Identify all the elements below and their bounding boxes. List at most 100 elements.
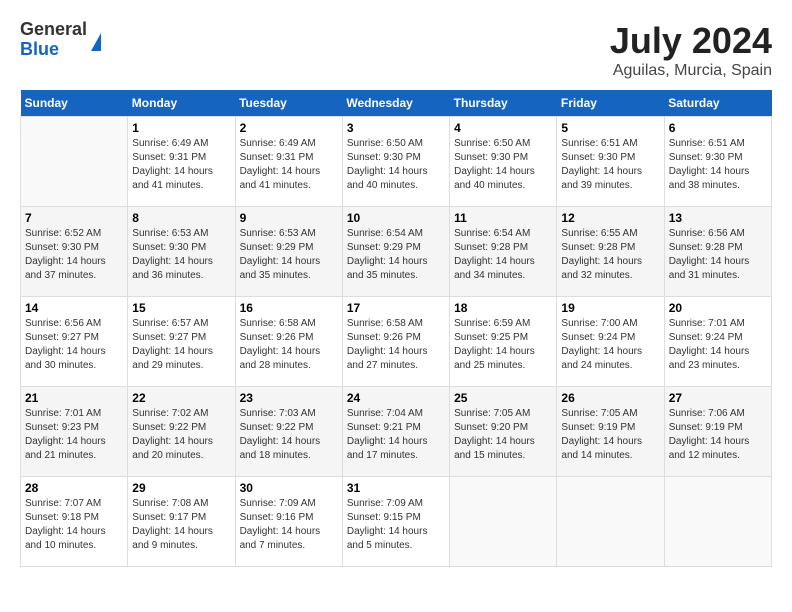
table-row: 24 Sunrise: 7:04 AMSunset: 9:21 PMDayligh… bbox=[342, 387, 449, 477]
day-number: 24 bbox=[347, 391, 445, 405]
day-info: Sunrise: 7:01 AMSunset: 9:24 PMDaylight:… bbox=[669, 317, 767, 373]
table-row: 11 Sunrise: 6:54 AMSunset: 9:28 PMDayligh… bbox=[450, 207, 557, 297]
day-info: Sunrise: 6:49 AMSunset: 9:31 PMDaylight:… bbox=[240, 137, 338, 193]
month-title: July 2024 bbox=[610, 20, 772, 62]
day-info: Sunrise: 7:01 AMSunset: 9:23 PMDaylight:… bbox=[25, 407, 123, 463]
day-number: 2 bbox=[240, 121, 338, 135]
day-number: 15 bbox=[132, 301, 230, 315]
day-number: 12 bbox=[561, 211, 659, 225]
day-number: 19 bbox=[561, 301, 659, 315]
day-info: Sunrise: 7:08 AMSunset: 9:17 PMDaylight:… bbox=[132, 497, 230, 553]
table-row bbox=[664, 477, 771, 567]
table-row: 5Sunrise: 6:51 AMSunset: 9:30 PMDaylight… bbox=[557, 117, 664, 207]
table-row: 23 Sunrise: 7:03 AMSunset: 9:22 PMDayligh… bbox=[235, 387, 342, 477]
day-number: 28 bbox=[25, 481, 123, 495]
table-row bbox=[21, 117, 128, 207]
day-number: 10 bbox=[347, 211, 445, 225]
day-number: 27 bbox=[669, 391, 767, 405]
day-info: Sunrise: 7:07 AMSunset: 9:18 PMDaylight:… bbox=[25, 497, 123, 553]
col-header-saturday: Saturday bbox=[664, 90, 771, 117]
day-info: Sunrise: 7:05 AMSunset: 9:19 PMDaylight:… bbox=[561, 407, 659, 463]
logo-blue: Blue bbox=[20, 40, 87, 60]
table-row: 16 Sunrise: 6:58 AMSunset: 9:26 PMDayligh… bbox=[235, 297, 342, 387]
day-info: Sunrise: 6:53 AMSunset: 9:29 PMDaylight:… bbox=[240, 227, 338, 283]
day-number: 1 bbox=[132, 121, 230, 135]
table-row: 9Sunrise: 6:53 AMSunset: 9:29 PMDaylight… bbox=[235, 207, 342, 297]
day-info: Sunrise: 6:59 AMSunset: 9:25 PMDaylight:… bbox=[454, 317, 552, 373]
day-number: 14 bbox=[25, 301, 123, 315]
table-row: 10 Sunrise: 6:54 AMSunset: 9:29 PMDayligh… bbox=[342, 207, 449, 297]
day-info: Sunrise: 6:55 AMSunset: 9:28 PMDaylight:… bbox=[561, 227, 659, 283]
day-number: 18 bbox=[454, 301, 552, 315]
day-info: Sunrise: 6:50 AMSunset: 9:30 PMDaylight:… bbox=[347, 137, 445, 193]
table-row: 26 Sunrise: 7:05 AMSunset: 9:19 PMDayligh… bbox=[557, 387, 664, 477]
day-info: Sunrise: 6:56 AMSunset: 9:27 PMDaylight:… bbox=[25, 317, 123, 373]
week-row-2: 7Sunrise: 6:52 AMSunset: 9:30 PMDaylight… bbox=[21, 207, 772, 297]
table-row: 14 Sunrise: 6:56 AMSunset: 9:27 PMDayligh… bbox=[21, 297, 128, 387]
table-row: 27 Sunrise: 7:06 AMSunset: 9:19 PMDayligh… bbox=[664, 387, 771, 477]
col-header-tuesday: Tuesday bbox=[235, 90, 342, 117]
day-info: Sunrise: 6:58 AMSunset: 9:26 PMDaylight:… bbox=[240, 317, 338, 373]
logo: General Blue bbox=[20, 20, 101, 60]
table-row: 19 Sunrise: 7:00 AMSunset: 9:24 PMDayligh… bbox=[557, 297, 664, 387]
day-number: 11 bbox=[454, 211, 552, 225]
day-number: 26 bbox=[561, 391, 659, 405]
table-row bbox=[450, 477, 557, 567]
table-row: 29 Sunrise: 7:08 AMSunset: 9:17 PMDayligh… bbox=[128, 477, 235, 567]
logo-general: General bbox=[20, 20, 87, 40]
day-number: 23 bbox=[240, 391, 338, 405]
table-row: 3 Sunrise: 6:50 AMSunset: 9:30 PMDaylight… bbox=[342, 117, 449, 207]
day-info: Sunrise: 6:57 AMSunset: 9:27 PMDaylight:… bbox=[132, 317, 230, 373]
day-info: Sunrise: 7:00 AMSunset: 9:24 PMDaylight:… bbox=[561, 317, 659, 373]
day-number: 30 bbox=[240, 481, 338, 495]
day-number: 29 bbox=[132, 481, 230, 495]
col-header-thursday: Thursday bbox=[450, 90, 557, 117]
day-info: Sunrise: 6:51 AMSunset: 9:30 PMDaylight:… bbox=[669, 137, 767, 193]
week-row-4: 21 Sunrise: 7:01 AMSunset: 9:23 PMDayligh… bbox=[21, 387, 772, 477]
day-number: 4 bbox=[454, 121, 552, 135]
location: Aguilas, Murcia, Spain bbox=[610, 62, 772, 80]
day-number: 21 bbox=[25, 391, 123, 405]
day-info: Sunrise: 7:03 AMSunset: 9:22 PMDaylight:… bbox=[240, 407, 338, 463]
logo-triangle-icon bbox=[91, 33, 101, 51]
week-row-1: 1 Sunrise: 6:49 AMSunset: 9:31 PMDaylight… bbox=[21, 117, 772, 207]
day-number: 20 bbox=[669, 301, 767, 315]
day-info: Sunrise: 7:05 AMSunset: 9:20 PMDaylight:… bbox=[454, 407, 552, 463]
day-info: Sunrise: 6:51 AMSunset: 9:30 PMDaylight:… bbox=[561, 137, 659, 193]
title-section: July 2024 Aguilas, Murcia, Spain bbox=[610, 20, 772, 80]
day-info: Sunrise: 7:02 AMSunset: 9:22 PMDaylight:… bbox=[132, 407, 230, 463]
logo-text: General Blue bbox=[20, 20, 87, 60]
table-row: 25Sunrise: 7:05 AMSunset: 9:20 PMDayligh… bbox=[450, 387, 557, 477]
table-row: 30 Sunrise: 7:09 AMSunset: 9:16 PMDayligh… bbox=[235, 477, 342, 567]
table-row: 15 Sunrise: 6:57 AMSunset: 9:27 PMDayligh… bbox=[128, 297, 235, 387]
table-row: 1 Sunrise: 6:49 AMSunset: 9:31 PMDaylight… bbox=[128, 117, 235, 207]
table-row: 22 Sunrise: 7:02 AMSunset: 9:22 PMDayligh… bbox=[128, 387, 235, 477]
day-number: 6 bbox=[669, 121, 767, 135]
day-info: Sunrise: 6:49 AMSunset: 9:31 PMDaylight:… bbox=[132, 137, 230, 193]
day-info: Sunrise: 6:56 AMSunset: 9:28 PMDaylight:… bbox=[669, 227, 767, 283]
day-headers-row: SundayMondayTuesdayWednesdayThursdayFrid… bbox=[21, 90, 772, 117]
day-info: Sunrise: 7:04 AMSunset: 9:21 PMDaylight:… bbox=[347, 407, 445, 463]
col-header-monday: Monday bbox=[128, 90, 235, 117]
table-row: 12 Sunrise: 6:55 AMSunset: 9:28 PMDayligh… bbox=[557, 207, 664, 297]
day-number: 22 bbox=[132, 391, 230, 405]
day-number: 8 bbox=[132, 211, 230, 225]
day-info: Sunrise: 7:06 AMSunset: 9:19 PMDaylight:… bbox=[669, 407, 767, 463]
table-row: 13Sunrise: 6:56 AMSunset: 9:28 PMDayligh… bbox=[664, 207, 771, 297]
day-info: Sunrise: 6:54 AMSunset: 9:29 PMDaylight:… bbox=[347, 227, 445, 283]
day-info: Sunrise: 7:09 AMSunset: 9:16 PMDaylight:… bbox=[240, 497, 338, 553]
col-header-wednesday: Wednesday bbox=[342, 90, 449, 117]
table-row: 4Sunrise: 6:50 AMSunset: 9:30 PMDaylight… bbox=[450, 117, 557, 207]
page-header: General Blue July 2024 Aguilas, Murcia, … bbox=[20, 20, 772, 80]
day-number: 31 bbox=[347, 481, 445, 495]
day-number: 3 bbox=[347, 121, 445, 135]
week-row-5: 28 Sunrise: 7:07 AMSunset: 9:18 PMDayligh… bbox=[21, 477, 772, 567]
day-number: 17 bbox=[347, 301, 445, 315]
col-header-sunday: Sunday bbox=[21, 90, 128, 117]
day-info: Sunrise: 6:54 AMSunset: 9:28 PMDaylight:… bbox=[454, 227, 552, 283]
table-row: 6 Sunrise: 6:51 AMSunset: 9:30 PMDaylight… bbox=[664, 117, 771, 207]
calendar-table: SundayMondayTuesdayWednesdayThursdayFrid… bbox=[20, 90, 772, 567]
day-number: 16 bbox=[240, 301, 338, 315]
table-row: 28 Sunrise: 7:07 AMSunset: 9:18 PMDayligh… bbox=[21, 477, 128, 567]
table-row: 8Sunrise: 6:53 AMSunset: 9:30 PMDaylight… bbox=[128, 207, 235, 297]
